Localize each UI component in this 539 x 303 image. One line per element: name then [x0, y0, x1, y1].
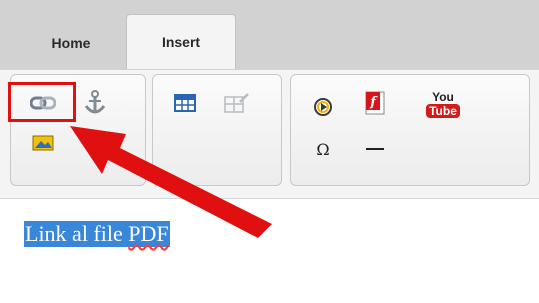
selected-text-prefix: Link al file	[25, 221, 129, 246]
tab-home-label: Home	[51, 35, 91, 51]
insert-table-button[interactable]	[167, 87, 203, 119]
youtube-icon-bottom: Tube	[426, 103, 460, 118]
selected-text-pdf: PDF	[128, 221, 169, 246]
table-icon	[174, 94, 196, 112]
video-icon	[314, 98, 332, 116]
horizontal-line-icon	[366, 148, 384, 150]
tab-strip: Home Insert	[0, 0, 539, 71]
insert-youtube-button[interactable]: You Tube	[423, 85, 463, 123]
link-button-highlight-box	[8, 82, 76, 122]
editor-content-area[interactable]: Link al file PDF	[0, 198, 539, 303]
omega-icon: Ω	[316, 139, 330, 159]
image-icon	[32, 135, 54, 151]
insert-image-button[interactable]	[25, 127, 61, 159]
tab-home[interactable]: Home	[28, 16, 114, 70]
insert-horizontal-line-button[interactable]	[357, 133, 393, 165]
ribbon: f You Tube Ω	[0, 70, 539, 198]
table-properties-button[interactable]	[219, 87, 255, 119]
tab-insert[interactable]: Insert	[126, 14, 236, 69]
insert-special-char-button[interactable]: Ω	[305, 133, 341, 165]
table-properties-icon	[224, 93, 249, 113]
insert-video-button[interactable]	[305, 91, 341, 123]
ribbon-group-table	[152, 74, 282, 186]
anchor-icon	[84, 90, 106, 114]
selected-text[interactable]: Link al file PDF	[24, 221, 170, 247]
youtube-icon-top: You	[432, 89, 454, 104]
ribbon-group-media: f You Tube Ω	[290, 74, 530, 186]
insert-anchor-button[interactable]	[77, 87, 113, 119]
youtube-icon: You Tube	[426, 91, 460, 118]
tab-insert-label: Insert	[161, 34, 201, 50]
flash-icon: f	[365, 91, 385, 115]
insert-flash-button[interactable]: f	[357, 87, 393, 119]
